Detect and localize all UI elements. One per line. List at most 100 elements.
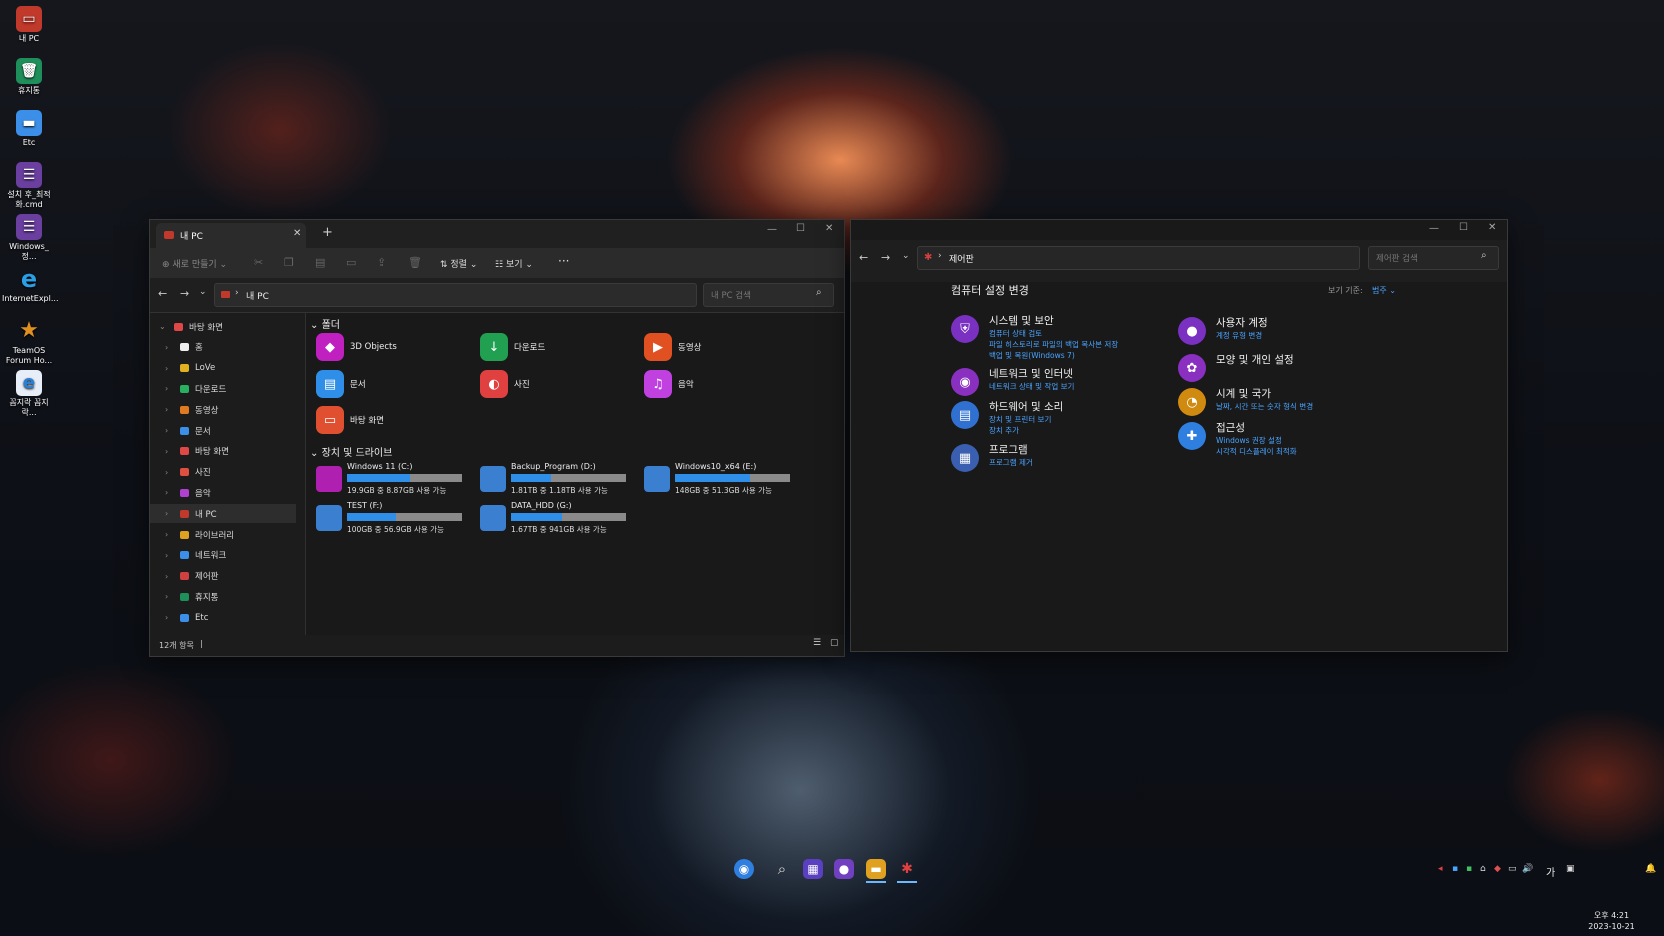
tiles-view-icon[interactable]: ▢ <box>830 638 839 648</box>
drive-item[interactable]: Backup_Program (D:) 1.81TB 중 1.18TB 사용 가능 <box>480 462 626 496</box>
desktop-icon-setup-cmd[interactable]: ☰ 설치 후_최적화.cmd <box>2 162 56 210</box>
clock-icon[interactable]: ◔ <box>1178 388 1206 416</box>
palette-icon[interactable]: ✿ <box>1178 354 1206 382</box>
minimize-button[interactable]: — <box>767 224 777 235</box>
tray-app-icon[interactable]: ▪ <box>1452 864 1458 874</box>
start-icon[interactable]: ◉ <box>734 859 754 879</box>
sidebar-item[interactable]: › 다운로드 <box>150 379 296 398</box>
desktop-icon-recycle-bin[interactable]: 🗑 휴지통 <box>2 58 56 96</box>
minimize-button[interactable]: — <box>1429 223 1439 234</box>
folder-item[interactable]: ◆ 3D Objects <box>316 333 397 361</box>
drives-group-header[interactable]: ⌄ 장치 및 드라이브 <box>310 444 392 459</box>
sidebar-item[interactable]: › LoVe <box>150 359 296 378</box>
drive-item[interactable]: Windows10_x64 (E:) 148GB 중 51.3GB 사용 가능 <box>644 462 790 496</box>
category-title-link[interactable]: 모양 및 개인 설정 <box>1216 352 1294 367</box>
category-title-link[interactable]: 시계 및 국가 <box>1216 386 1271 401</box>
chevron-down-icon[interactable]: ⌄ <box>159 322 171 331</box>
network-icon[interactable]: ⌂ <box>1480 864 1486 874</box>
desktop-icon-windows-cmd[interactable]: ☰ Windows_정... <box>2 214 56 262</box>
forward-arrow-icon[interactable]: → <box>180 287 189 300</box>
printer-icon[interactable]: ▤ <box>951 401 979 429</box>
tray-app-icon[interactable]: ▪ <box>1466 864 1472 874</box>
category-title-link[interactable]: 하드웨어 및 소리 <box>989 399 1063 414</box>
chevron-right-icon[interactable]: › <box>165 384 177 393</box>
recent-locations-chevron-icon[interactable]: ⌄ <box>902 251 910 261</box>
category-task-link[interactable]: 네트워크 상태 및 작업 보기 <box>989 381 1074 392</box>
category-title-link[interactable]: 프로그램 <box>989 442 1028 457</box>
sidebar-item[interactable]: › 음악 <box>150 483 296 502</box>
search-icon[interactable]: ⌕ <box>816 287 822 298</box>
network-icon[interactable]: ◉ <box>951 368 979 396</box>
sidebar-item[interactable]: › Etc <box>150 608 296 627</box>
more-options-button[interactable]: ··· <box>558 254 569 268</box>
maximize-button[interactable]: ☐ <box>796 223 805 234</box>
category-title-link[interactable]: 접근성 <box>1216 420 1245 435</box>
ime-mode-icon[interactable]: ▣ <box>1566 864 1575 874</box>
chevron-right-icon[interactable]: › <box>165 488 177 497</box>
volume-icon[interactable]: 🔊 <box>1522 864 1533 874</box>
widgets-icon[interactable]: ▦ <box>803 859 823 879</box>
control-panel-icon[interactable]: ✱ <box>897 859 917 879</box>
sidebar-item[interactable]: › 제어판 <box>150 567 296 586</box>
category-task-link[interactable]: 백업 및 복원(Windows 7) <box>989 350 1075 361</box>
chevron-right-icon[interactable]: › <box>165 364 177 373</box>
programs-icon[interactable]: ▦ <box>951 444 979 472</box>
address-bar[interactable]: › 내 PC <box>214 283 697 307</box>
tab-my-pc[interactable]: 내 PC ✕ <box>156 223 306 248</box>
sidebar-item[interactable]: ⌄ 바탕 화면 <box>150 317 296 336</box>
category-task-link[interactable]: 시각적 디스플레이 최적화 <box>1216 446 1297 457</box>
delete-icon[interactable]: 🗑 <box>408 256 422 269</box>
chevron-right-icon[interactable]: › <box>165 343 177 352</box>
chevron-right-icon[interactable]: › <box>165 405 177 414</box>
sidebar-item[interactable]: › 홈 <box>150 338 296 357</box>
search-input[interactable]: 내 PC 검색 ⌕ <box>703 283 834 307</box>
category-task-link[interactable]: 장치 추가 <box>989 425 1019 436</box>
folder-item[interactable]: ◐ 사진 <box>480 370 530 398</box>
sidebar-item[interactable]: › 내 PC <box>150 504 296 524</box>
desktop-icon-etc[interactable]: ▬ Etc <box>2 110 56 148</box>
close-button[interactable]: ✕ <box>825 223 833 234</box>
folders-group-header[interactable]: ⌄ 폴더 <box>310 316 340 331</box>
paste-icon[interactable]: ▤ <box>315 256 325 269</box>
category-task-link[interactable]: 파일 히스토리로 파일의 백업 복사본 저장 <box>989 339 1118 350</box>
category-title-link[interactable]: 시스템 및 보안 <box>989 313 1054 328</box>
file-explorer-icon[interactable]: ▬ <box>866 859 886 879</box>
tray-app-icon[interactable]: ◆ <box>1494 864 1501 874</box>
category-title-link[interactable]: 사용자 계정 <box>1216 315 1268 330</box>
sidebar-item[interactable]: › 바탕 화면 <box>150 442 296 461</box>
copy-icon[interactable]: ❐ <box>284 256 294 269</box>
sidebar-item[interactable]: › 라이브러리 <box>150 525 296 544</box>
search-icon[interactable]: ⌕ <box>772 859 792 879</box>
recent-locations-chevron-icon[interactable]: ⌄ <box>199 287 207 297</box>
tray-arrow-icon[interactable]: ◂ <box>1438 864 1443 874</box>
accessibility-icon[interactable]: ✚ <box>1178 422 1206 450</box>
search-icon[interactable]: ⌕ <box>1481 250 1487 261</box>
shield-icon[interactable]: ⛨ <box>951 315 979 343</box>
back-arrow-icon[interactable]: ← <box>158 287 167 300</box>
category-task-link[interactable]: Windows 권장 설정 <box>1216 435 1282 446</box>
chevron-right-icon[interactable]: › <box>165 468 177 477</box>
share-icon[interactable]: ⇪ <box>377 256 386 269</box>
drive-item[interactable]: Windows 11 (C:) 19.9GB 중 8.87GB 사용 가능 <box>316 462 462 496</box>
back-arrow-icon[interactable]: ← <box>859 251 868 264</box>
category-task-link[interactable]: 컴퓨터 상태 검토 <box>989 328 1042 339</box>
chevron-right-icon[interactable]: › <box>165 426 177 435</box>
new-tab-button[interactable]: + <box>322 225 333 240</box>
desktop-icon-ggomjirak[interactable]: e 꼼지락 꼼지락... <box>2 370 56 418</box>
chevron-right-icon[interactable]: › <box>165 551 177 560</box>
sidebar-item[interactable]: › 동영상 <box>150 400 296 419</box>
ime-indicator[interactable]: 가 <box>1546 864 1555 879</box>
notification-icon[interactable]: 🔔 <box>1645 864 1656 874</box>
close-button[interactable]: ✕ <box>1488 222 1496 233</box>
desktop-icon-my-pc[interactable]: ▭ 내 PC <box>2 6 56 44</box>
category-task-link[interactable]: 날짜, 시간 또는 숫자 형식 변경 <box>1216 401 1313 412</box>
drive-item[interactable]: TEST (F:) 100GB 중 56.9GB 사용 가능 <box>316 501 462 535</box>
chevron-right-icon[interactable]: › <box>165 572 177 581</box>
chevron-right-icon[interactable]: › <box>165 592 177 601</box>
cut-icon[interactable]: ✂ <box>254 256 263 269</box>
breadcrumb[interactable]: 내 PC <box>246 289 269 302</box>
folder-item[interactable]: ↓ 다운로드 <box>480 333 545 361</box>
drive-item[interactable]: DATA_HDD (G:) 1.67TB 중 941GB 사용 가능 <box>480 501 626 535</box>
sidebar-item[interactable]: › 네트워크 <box>150 546 296 565</box>
details-view-icon[interactable]: ☰ <box>813 638 821 648</box>
